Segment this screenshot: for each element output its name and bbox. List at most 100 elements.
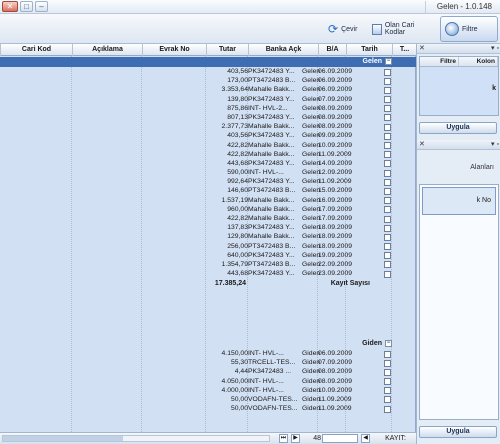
row-checkbox[interactable] bbox=[384, 114, 391, 122]
table-row[interactable]: 09.09.2009 Gelen PK3472483 Y... 403,56 bbox=[0, 131, 416, 140]
table-row[interactable]: 11.09.2009 Giden VODAFN-TES... 50,00 bbox=[0, 395, 416, 404]
table-row[interactable]: 17.09.2009 Gelen Mahalle Bakk... 960,00 bbox=[0, 205, 416, 214]
table-row[interactable]: 08.09.2009 Gelen INT- HVL-2... 875,86 bbox=[0, 104, 416, 113]
last-record-icon[interactable]: ⏭ bbox=[279, 434, 288, 443]
group-row-giden[interactable]: − Giden bbox=[0, 339, 416, 349]
minimize-window-button[interactable]: – bbox=[35, 1, 48, 12]
pin-icon[interactable]: ▾ ▫ bbox=[491, 140, 499, 148]
horizontal-scrollbar[interactable] bbox=[2, 435, 270, 442]
row-checkbox[interactable] bbox=[384, 187, 391, 195]
row-checkbox[interactable] bbox=[384, 77, 391, 85]
column-header-tarih[interactable]: Tarih bbox=[346, 44, 392, 56]
row-checkbox[interactable] bbox=[384, 261, 391, 269]
table-row[interactable]: 18.09.2009 Gelen PT3472483 B... 256,00 bbox=[0, 242, 416, 251]
filter-grid-header: Filtre Kolon bbox=[420, 57, 498, 67]
row-checkbox[interactable] bbox=[384, 197, 391, 205]
table-row[interactable]: 08.09.2009 Giden INT- HVL-... 4.050,00 bbox=[0, 377, 416, 386]
group-row-gelen[interactable]: − Gelen bbox=[0, 57, 416, 67]
cari-kodlar-button[interactable]: Olan Cari Kodlar bbox=[372, 20, 430, 38]
row-amount: 960,00 bbox=[227, 205, 248, 213]
table-row[interactable]: 07.09.2009 Gelen PK3472483 Y... 139,80 bbox=[0, 95, 416, 104]
table-row[interactable]: 16.09.2009 Gelen Mahalle Bakk... 1.537,19 bbox=[0, 196, 416, 205]
table-row[interactable]: 14.09.2009 Gelen PK3472483 Y... 443,68 bbox=[0, 159, 416, 168]
table-row[interactable]: 23.09.2009 Gelen PK3472483 Y... 443,68 bbox=[0, 269, 416, 278]
field-item-evrak[interactable]: k No bbox=[422, 187, 496, 215]
row-bank: VODAFN-TES... bbox=[248, 405, 298, 413]
row-checkbox[interactable] bbox=[384, 160, 391, 168]
row-checkbox[interactable] bbox=[384, 151, 391, 159]
table-row[interactable]: 06.09.2009 Giden INT- HVL-... 4.150,00 bbox=[0, 349, 416, 358]
close-icon[interactable]: ✕ bbox=[419, 44, 425, 52]
row-checkbox[interactable] bbox=[384, 252, 391, 260]
row-checkbox[interactable] bbox=[384, 169, 391, 177]
filter-button[interactable]: Filtre bbox=[440, 16, 498, 42]
row-checkbox[interactable] bbox=[384, 359, 391, 367]
row-checkbox[interactable] bbox=[384, 350, 391, 358]
table-row[interactable]: 18.09.2009 Gelen Mahalle Bakk... 129,80 bbox=[0, 232, 416, 241]
panel-header-2: ✕ ▾ ▫ bbox=[417, 140, 500, 150]
table-row[interactable]: 06.09.2009 Gelen Mahalle Bakk... 3.353,64 bbox=[0, 85, 416, 94]
collapse-toggle[interactable]: − bbox=[385, 340, 392, 347]
row-checkbox[interactable] bbox=[384, 206, 391, 214]
table-row[interactable]: 11.09.2009 Gelen Mahalle Bakk... 422,82 bbox=[0, 150, 416, 159]
table-row[interactable]: 12.09.2009 Gelen INT- HVL-... 590,00 bbox=[0, 168, 416, 177]
table-row[interactable]: 11.09.2009 Gelen PK3472483 Y... 992,64 bbox=[0, 177, 416, 186]
table-row[interactable]: 10.09.2009 Gelen Mahalle Bakk... 422,82 bbox=[0, 141, 416, 150]
filter-grid-row[interactable]: k bbox=[420, 67, 498, 115]
row-checkbox[interactable] bbox=[384, 105, 391, 113]
apply-button-2[interactable]: Uygula bbox=[419, 426, 497, 438]
table-row[interactable]: 15.09.2009 Gelen PT3472483 B... 146,60 bbox=[0, 186, 416, 195]
cevir-button[interactable]: ⟳ Çevir bbox=[328, 20, 370, 38]
collapse-toggle[interactable]: − bbox=[385, 58, 392, 65]
row-checkbox[interactable] bbox=[384, 270, 391, 278]
record-input[interactable] bbox=[322, 434, 358, 443]
column-header-cari-kod[interactable]: Cari Kod bbox=[0, 44, 72, 56]
column-header-aciklama[interactable]: Açıklama bbox=[72, 44, 142, 56]
column-header-t[interactable]: T... bbox=[392, 44, 416, 56]
table-row[interactable]: 19.09.2009 Gelen PK3472483 Y... 640,00 bbox=[0, 251, 416, 260]
apply-button[interactable]: Uygula bbox=[419, 122, 497, 134]
row-checkbox[interactable] bbox=[384, 243, 391, 251]
row-checkbox[interactable] bbox=[384, 96, 391, 104]
table-row[interactable]: 11.09.2009 Giden VODAFN-TES... 50,00 bbox=[0, 404, 416, 413]
table-row[interactable]: 08.09.2009 Gelen PK3472483 Y... 807,13 bbox=[0, 113, 416, 122]
row-checkbox[interactable] bbox=[384, 224, 391, 232]
column-header-ba[interactable]: B/A bbox=[318, 44, 346, 56]
column-header-tutar[interactable]: Tutar bbox=[206, 44, 248, 56]
row-checkbox[interactable] bbox=[384, 142, 391, 149]
table-row[interactable]: 06.09.2009 Gelen PT3472483 B... 173,00 bbox=[0, 76, 416, 85]
table-row[interactable]: 17.09.2009 Gelen Mahalle Bakk... 422,82 bbox=[0, 214, 416, 223]
row-checkbox[interactable] bbox=[384, 86, 391, 94]
table-row[interactable]: 08.09.2009 Giden PK3472483 ... 4,44 bbox=[0, 367, 416, 376]
row-checkbox[interactable] bbox=[384, 215, 391, 223]
row-checkbox[interactable] bbox=[384, 68, 391, 76]
table-row[interactable]: 08.09.2009 Gelen Mahalle Bakk... 2.377,73 bbox=[0, 122, 416, 131]
row-checkbox[interactable] bbox=[384, 368, 391, 376]
close-icon[interactable]: ✕ bbox=[419, 140, 425, 148]
row-checkbox[interactable] bbox=[384, 396, 391, 404]
row-checkbox[interactable] bbox=[384, 405, 391, 413]
maximize-window-button[interactable]: □ bbox=[20, 1, 33, 12]
pin-icon[interactable]: ▾ ▫ bbox=[491, 44, 499, 52]
table-row[interactable]: 07.09.2009 Giden TRCELL-TES... 55,30 bbox=[0, 358, 416, 367]
close-window-button[interactable]: ✕ bbox=[2, 1, 18, 12]
row-checkbox[interactable] bbox=[384, 132, 391, 140]
row-bank: INT- HVL-... bbox=[248, 350, 284, 357]
row-checkbox[interactable] bbox=[384, 387, 391, 395]
column-header-evrak[interactable]: Evrak No bbox=[142, 44, 206, 56]
next-record-icon[interactable]: ▶ bbox=[291, 434, 300, 443]
row-bank: Mahalle Bakk... bbox=[248, 196, 295, 204]
row-checkbox[interactable] bbox=[384, 378, 391, 386]
row-bank: TRCELL-TES... bbox=[248, 359, 296, 367]
row-checkbox[interactable] bbox=[384, 123, 391, 131]
row-checkbox[interactable] bbox=[384, 178, 391, 186]
table-row[interactable]: 10.09.2009 Giden INT- HVL-... 4.000,00 bbox=[0, 386, 416, 395]
table-row[interactable]: 18.09.2009 Gelen PK3472483 Y... 137,83 bbox=[0, 223, 416, 232]
row-checkbox[interactable] bbox=[384, 233, 391, 241]
prev-record-icon[interactable]: ◀ bbox=[361, 434, 370, 443]
table-row[interactable]: 06.09.2009 Gelen PK3472483 Y... 403,56 bbox=[0, 67, 416, 76]
column-header-banka[interactable]: Banka Açk bbox=[248, 44, 318, 56]
row-bank: Mahalle Bakk... bbox=[248, 205, 295, 213]
row-bank: INT- HVL-... bbox=[248, 386, 284, 394]
table-row[interactable]: 22.09.2009 Gelen PT3472483 B... 1.354,79 bbox=[0, 260, 416, 269]
